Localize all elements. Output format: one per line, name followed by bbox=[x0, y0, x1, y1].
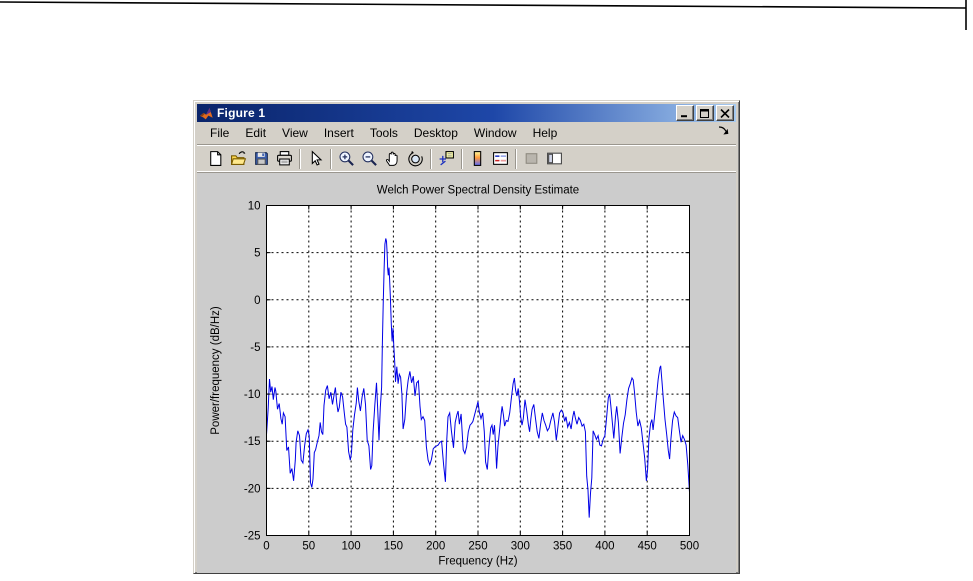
zoom-out-icon bbox=[362, 151, 377, 166]
minimize-icon bbox=[681, 114, 687, 117]
y-axis-label: Power/frequency (dB/Hz) bbox=[210, 306, 222, 435]
print-icon bbox=[277, 151, 292, 166]
y-tick-label: -5 bbox=[250, 342, 260, 354]
x-tick-label: 200 bbox=[426, 541, 445, 553]
psd-chart: 0 50 100 150 200 250 300 350 400 450 5001050-5-10-… bbox=[210, 185, 699, 568]
save-figure-button[interactable] bbox=[250, 148, 273, 170]
close-icon bbox=[720, 108, 730, 118]
colorbar-icon bbox=[473, 151, 482, 166]
cursor-icon bbox=[311, 150, 323, 166]
open-file-button[interactable] bbox=[227, 148, 250, 170]
menubar: File Edit View Insert Tools Desktop Wind… bbox=[197, 122, 736, 144]
hide-plot-tools-button bbox=[520, 148, 543, 170]
minimize-button[interactable] bbox=[676, 105, 694, 121]
x-tick-label: 350 bbox=[553, 541, 572, 553]
menu-help[interactable]: Help bbox=[525, 124, 566, 142]
figure-canvas: 0 50 100 150 200 250 300 350 400 450 500 10 5 0 -5 -10-… bbox=[197, 173, 736, 573]
insert-legend-button[interactable] bbox=[489, 148, 512, 170]
maximize-icon bbox=[700, 108, 709, 118]
print-figure-button[interactable] bbox=[273, 148, 296, 170]
menubar-overflow-arrow-icon[interactable] bbox=[717, 125, 730, 137]
save-icon bbox=[255, 152, 268, 165]
y-tick-label: -10 bbox=[244, 389, 261, 401]
x-tick-label: 50 bbox=[302, 541, 315, 553]
titlebar[interactable]: Figure 1 bbox=[197, 104, 736, 122]
x-tick-label: 300 bbox=[511, 541, 530, 553]
zoom-in-icon bbox=[339, 151, 354, 166]
new-document-icon bbox=[210, 151, 222, 166]
menu-file[interactable]: File bbox=[202, 124, 237, 142]
zoom-out-button[interactable] bbox=[358, 148, 381, 170]
chart-title: Welch Power Spectral Density Estimate bbox=[377, 185, 579, 197]
menu-desktop[interactable]: Desktop bbox=[406, 124, 466, 142]
toolbar-separator bbox=[330, 148, 332, 169]
edit-plot-button[interactable] bbox=[304, 148, 327, 170]
pan-button[interactable] bbox=[381, 148, 404, 170]
plot-tools-off-icon bbox=[525, 153, 538, 164]
menu-window[interactable]: Window bbox=[466, 124, 525, 142]
toolbar-separator bbox=[515, 148, 517, 169]
y-tick-label: 5 bbox=[254, 248, 260, 260]
y-tick-label: -15 bbox=[244, 436, 261, 448]
x-tick-label: 0 bbox=[263, 541, 269, 553]
new-figure-button[interactable] bbox=[204, 148, 227, 170]
menu-edit[interactable]: Edit bbox=[237, 124, 274, 142]
x-tick-label: 450 bbox=[638, 541, 657, 553]
open-folder-icon bbox=[230, 151, 247, 165]
menu-tools[interactable]: Tools bbox=[362, 124, 406, 142]
y-tick-label: 0 bbox=[254, 295, 260, 307]
menu-insert[interactable]: Insert bbox=[316, 124, 362, 142]
menu-view[interactable]: View bbox=[274, 124, 316, 142]
insert-colorbar-button[interactable] bbox=[466, 148, 489, 170]
legend-icon bbox=[493, 152, 508, 165]
x-tick-label: 400 bbox=[595, 541, 614, 553]
close-button[interactable] bbox=[716, 105, 734, 121]
x-tick-label: 100 bbox=[342, 541, 361, 553]
zoom-in-button[interactable] bbox=[335, 148, 358, 170]
hand-icon bbox=[385, 151, 398, 166]
y-tick-label: -25 bbox=[244, 531, 261, 543]
data-cursor-icon bbox=[439, 151, 454, 166]
y-tick-label: -20 bbox=[244, 483, 261, 495]
window-title: Figure 1 bbox=[217, 106, 266, 120]
show-plot-tools-button[interactable] bbox=[543, 148, 566, 170]
plot-tools-icon bbox=[547, 152, 562, 165]
toolbar-separator bbox=[461, 148, 463, 169]
data-cursor-button[interactable] bbox=[435, 148, 458, 170]
toolbar bbox=[197, 144, 736, 173]
x-axis-label: Frequency (Hz) bbox=[438, 556, 517, 568]
figure-window: Figure 1 File Edit View Insert Tools Des… bbox=[193, 100, 740, 574]
rotate-3d-icon bbox=[408, 150, 423, 167]
x-tick-label: 150 bbox=[384, 541, 403, 553]
x-tick-label: 500 bbox=[680, 541, 699, 553]
matlab-logo-icon bbox=[199, 107, 213, 119]
toolbar-separator bbox=[299, 148, 301, 169]
y-tick-label: 10 bbox=[248, 201, 261, 213]
x-tick-label: 250 bbox=[468, 541, 487, 553]
toolbar-separator bbox=[430, 148, 432, 169]
rotate-3d-button[interactable] bbox=[404, 148, 427, 170]
maximize-button[interactable] bbox=[696, 105, 714, 121]
